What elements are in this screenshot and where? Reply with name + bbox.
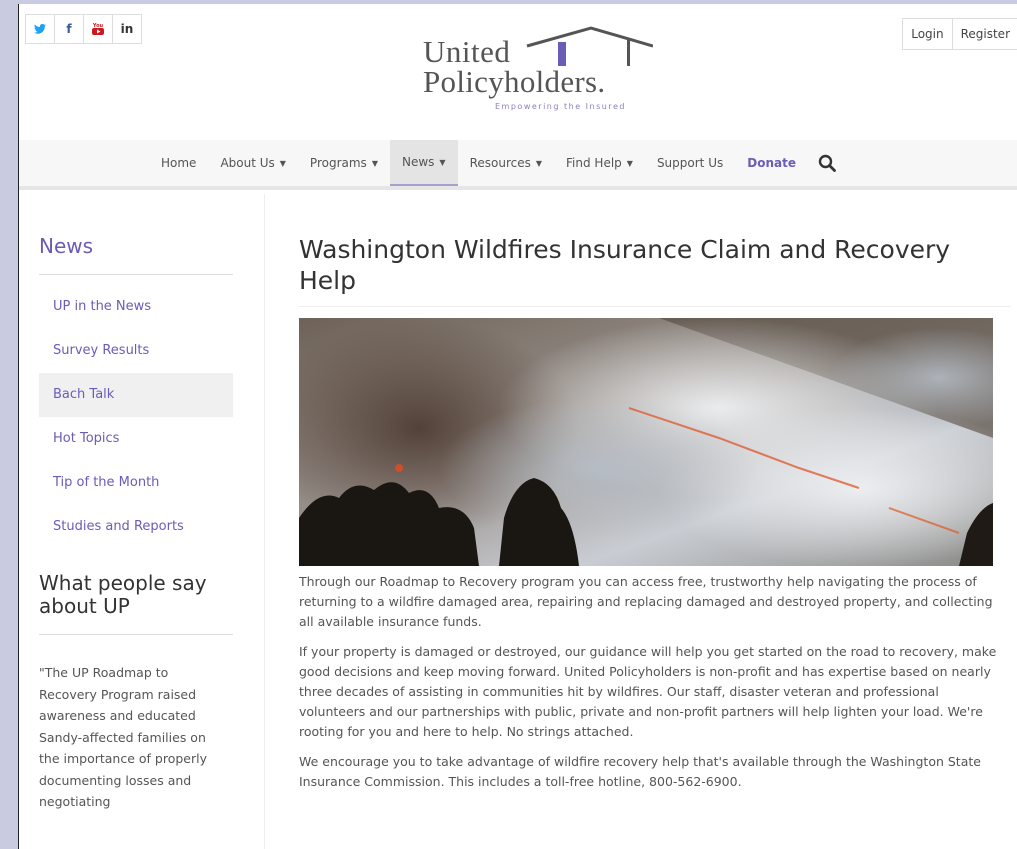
intro-paragraph: Through our Roadmap to Recovery program …: [299, 574, 993, 629]
twitter-icon[interactable]: [25, 14, 55, 44]
logo-tagline: Empowering the Insured: [495, 102, 626, 111]
sidebar: News UP in the News Survey Results Bach …: [19, 194, 265, 849]
sidebar-news-list: UP in the News Survey Results Bach Talk …: [39, 285, 233, 549]
encouragement-paragraph: We encourage you to take advantage of wi…: [299, 754, 981, 789]
house-logo-icon: [526, 26, 653, 66]
caret-down-icon: ▼: [439, 157, 446, 167]
caret-down-icon: ▼: [371, 158, 378, 168]
sidebar-item-up-in-the-news[interactable]: UP in the News: [39, 285, 233, 329]
main-nav: Home About Us ▼ Programs ▼ News ▼ Resources…: [19, 140, 1017, 190]
wildfire-hero-image: [299, 318, 993, 566]
divider: [39, 274, 233, 275]
testimonials-heading: What people say about UP: [39, 571, 207, 618]
logo-line-2: Policyholders.: [423, 64, 606, 99]
sidebar-title: News: [39, 234, 94, 258]
nav-support-us[interactable]: Support Us: [645, 140, 735, 186]
sidebar-item-tip-of-the-month[interactable]: Tip of the Month: [39, 461, 233, 505]
facebook-icon[interactable]: f: [54, 14, 84, 44]
nav-about-us[interactable]: About Us ▼: [208, 140, 297, 186]
caret-down-icon: ▼: [535, 158, 543, 168]
guidance-paragraph: If your property is damaged or destroyed…: [299, 644, 997, 739]
sidebar-item-studies-and-reports[interactable]: Studies and Reports: [39, 505, 233, 549]
nav-news-label: News: [401, 155, 435, 169]
nav-programs[interactable]: Programs ▼: [298, 140, 390, 186]
svg-text:You: You: [92, 23, 104, 29]
testimonial-quote: "The UP Roadmap to Recovery Program rais…: [39, 665, 207, 809]
nav-support-us-label: Support Us: [656, 156, 724, 170]
page-title: Washington Wildfires Insurance Claim and…: [299, 235, 951, 295]
nav-find-help-label: Find Help: [566, 156, 622, 170]
sidebar-item-hot-topics[interactable]: Hot Topics: [39, 417, 233, 461]
sidebar-item-bach-talk[interactable]: Bach Talk: [39, 373, 233, 417]
caret-down-icon: ▼: [279, 158, 286, 168]
page-frame: f You in United Policyholders. Empowerin…: [18, 4, 1017, 849]
nav-find-help[interactable]: Find Help ▼: [554, 140, 645, 186]
nav-programs-label: Programs: [309, 156, 367, 170]
linkedin-icon[interactable]: in: [112, 14, 142, 44]
nav-home[interactable]: Home: [149, 140, 208, 186]
search-icon[interactable]: [808, 140, 846, 186]
register-button[interactable]: Register: [951, 18, 1017, 50]
nav-news[interactable]: News ▼: [389, 140, 458, 186]
nav-donate-label: Donate: [747, 156, 796, 170]
caret-down-icon: ▼: [626, 158, 633, 168]
nav-resources[interactable]: Resources ▼: [458, 140, 554, 186]
sidebar-item-survey-results[interactable]: Survey Results: [39, 329, 233, 373]
nav-resources-label: Resources: [469, 156, 531, 170]
nav-home-label: Home: [161, 156, 197, 170]
divider: [299, 306, 1011, 307]
nav-donate[interactable]: Donate: [735, 140, 808, 186]
login-button[interactable]: Login: [902, 18, 953, 50]
site-header: f You in United Policyholders. Empowerin…: [19, 4, 1017, 140]
social-links: f You in: [25, 14, 142, 44]
nav-about-us-label: About Us: [220, 156, 275, 170]
site-logo[interactable]: United Policyholders. Empowering the Ins…: [423, 22, 663, 122]
divider: [39, 634, 233, 635]
youtube-icon[interactable]: You: [83, 14, 113, 44]
auth-links: Login Register: [902, 18, 1017, 50]
